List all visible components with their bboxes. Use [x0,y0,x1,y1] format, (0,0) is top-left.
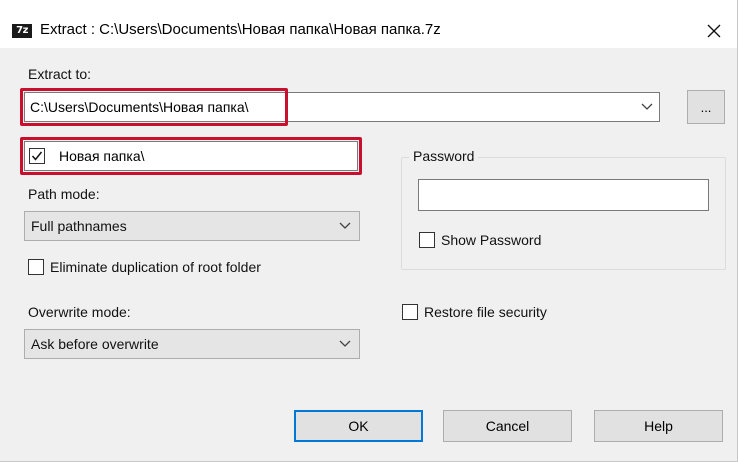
chevron-down-icon [339,222,351,229]
password-group-label: Password [409,148,479,164]
path-mode-dropdown[interactable]: Full pathnames [24,211,360,241]
overwrite-mode-label: Overwrite mode: [28,304,131,320]
eliminate-duplication-checkbox[interactable] [28,259,44,275]
overwrite-mode-dropdown[interactable]: Ask before overwrite [24,329,360,359]
show-password-label[interactable]: Show Password [441,232,541,248]
restore-security-label[interactable]: Restore file security [424,304,547,320]
ok-button[interactable]: OK [294,410,423,442]
chevron-down-icon [641,103,653,110]
password-input[interactable] [418,179,709,211]
path-mode-label: Path mode: [28,186,100,202]
7zip-app-icon: 7z [12,24,32,38]
title-bar: 7z Extract : C:\Users\Documents\Новая па… [0,0,737,48]
close-icon [707,24,721,38]
browse-button[interactable]: ... [687,90,725,124]
eliminate-duplication-label[interactable]: Eliminate duplication of root folder [50,259,261,275]
window-title: Extract : C:\Users\Documents\Новая папка… [40,21,441,38]
show-password-checkbox[interactable] [419,232,435,248]
cancel-button[interactable]: Cancel [443,410,572,442]
extract-path-highlight [20,88,288,126]
chevron-down-icon [339,340,351,347]
path-mode-value: Full pathnames [31,218,127,234]
close-button[interactable] [691,14,737,48]
extract-dialog: 7z Extract : C:\Users\Documents\Новая па… [0,0,738,462]
help-button[interactable]: Help [594,410,723,442]
subfolder-highlight [20,137,362,175]
password-group [401,157,726,270]
restore-security-checkbox[interactable] [402,304,418,320]
extract-to-label: Extract to: [28,66,92,82]
overwrite-mode-value: Ask before overwrite [31,336,159,352]
